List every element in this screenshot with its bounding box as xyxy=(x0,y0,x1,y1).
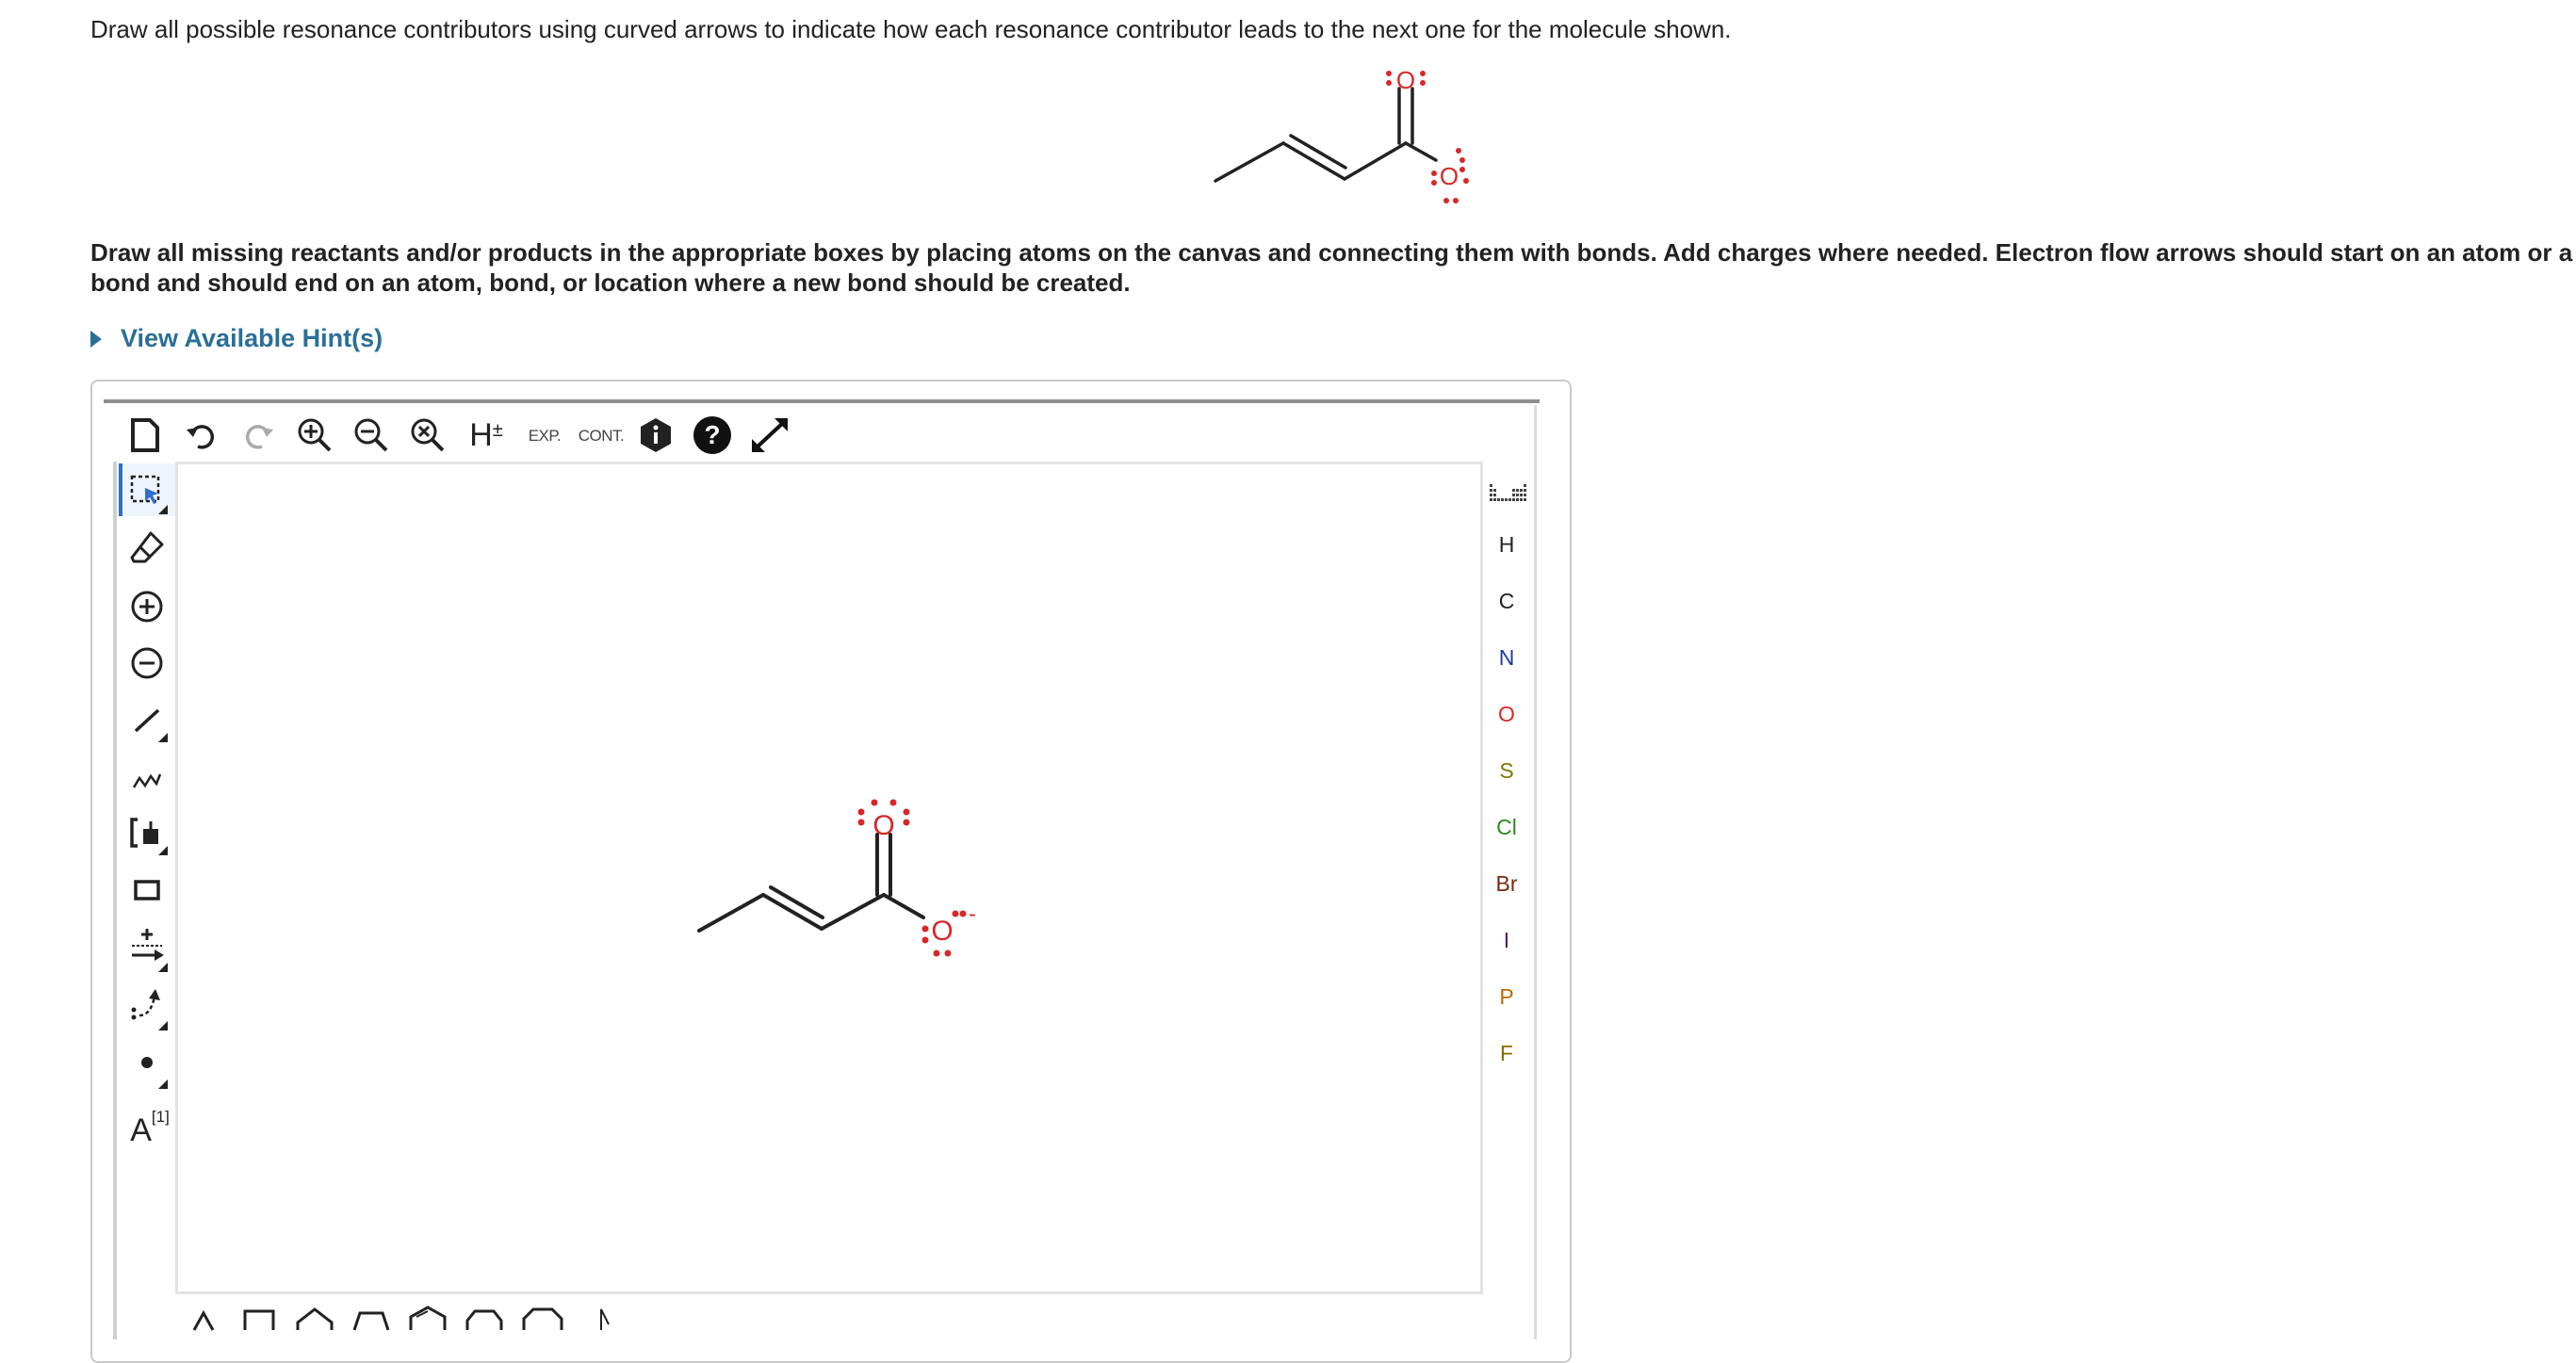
negative-charge-tool[interactable] xyxy=(126,642,168,684)
instructions-text: Draw all missing reactants and/or produc… xyxy=(90,238,2573,297)
carbonyl-oxygen-label: O xyxy=(1396,66,1415,94)
hint-label: View Available Hint(s) xyxy=(121,324,383,352)
text-tool-label: A xyxy=(130,1111,152,1148)
exp-label: EXP. xyxy=(528,427,562,445)
electron-flow-more-icon xyxy=(158,1021,168,1030)
eraser-icon xyxy=(130,531,164,563)
chair-tool[interactable] xyxy=(599,1304,612,1332)
element-h-button[interactable]: H xyxy=(1483,526,1530,563)
toggle-hydrogens-button[interactable]: H ± xyxy=(464,414,509,456)
editor-divider xyxy=(104,399,1540,403)
undo-button[interactable] xyxy=(183,416,220,454)
element-c-label: C xyxy=(1498,588,1515,613)
rectangle-tool[interactable] xyxy=(126,868,168,910)
text-tool-sup: [1] xyxy=(151,1108,170,1126)
element-p-label: P xyxy=(1499,983,1514,1009)
element-c-button[interactable]: C xyxy=(1483,582,1530,620)
canvas-molecule[interactable]: O O - xyxy=(688,797,999,966)
fullscreen-button[interactable] xyxy=(746,413,793,458)
expand-arrows-icon xyxy=(752,418,788,452)
zoom-in-icon xyxy=(298,418,332,452)
bond-tool-more-icon xyxy=(158,733,168,742)
h-sup-label: ± xyxy=(492,419,503,441)
rectangle-icon xyxy=(134,880,160,901)
arrow-tool-more-icon xyxy=(158,963,168,972)
cyclohexane-tool[interactable] xyxy=(352,1304,390,1332)
cycloheptane-tool[interactable] xyxy=(465,1304,503,1332)
document-icon xyxy=(131,418,159,452)
contract-button[interactable]: CONT. xyxy=(575,414,628,458)
minus-circle-icon xyxy=(131,647,163,679)
help-icon: ? xyxy=(693,416,731,454)
element-f-label: F xyxy=(1499,1040,1514,1065)
element-cl-button[interactable]: Cl xyxy=(1483,808,1530,846)
positive-charge-tool[interactable] xyxy=(126,586,168,627)
new-document-button[interactable] xyxy=(126,416,164,454)
help-button[interactable]: ? xyxy=(690,413,735,458)
cyclobutane-tool[interactable] xyxy=(243,1304,275,1332)
right-toolbar-rail xyxy=(1534,405,1537,1339)
caret-right-icon xyxy=(90,330,102,348)
info-icon xyxy=(641,418,671,452)
element-br-label: Br xyxy=(1495,870,1518,896)
element-i-button[interactable]: I xyxy=(1483,921,1530,959)
element-o-label: O xyxy=(1498,701,1515,726)
chain-tool[interactable] xyxy=(126,755,168,797)
reference-molecule: O O xyxy=(1214,66,1469,203)
svg-text:?: ? xyxy=(704,420,720,449)
redo-icon xyxy=(245,425,273,449)
view-hints-link[interactable]: View Available Hint(s) xyxy=(90,324,383,353)
dot-tool-more-icon xyxy=(158,1079,168,1089)
benzene-tool[interactable] xyxy=(409,1304,447,1332)
element-h-label: H xyxy=(1498,531,1515,557)
element-i-label: I xyxy=(1503,927,1510,952)
expand-button[interactable]: EXP. xyxy=(522,414,567,458)
zoom-out-button[interactable] xyxy=(351,414,392,456)
anionic-oxygen-label: O xyxy=(1440,162,1459,190)
periodic-table-button[interactable] xyxy=(1487,479,1530,507)
periodic-table-icon xyxy=(1490,484,1526,501)
h-label: H xyxy=(469,416,493,453)
element-cl-label: Cl xyxy=(1496,814,1517,839)
zoom-clear-icon xyxy=(411,418,445,452)
eraser-tool[interactable] xyxy=(126,527,168,569)
cont-label: CONT. xyxy=(578,427,625,445)
chain-icon xyxy=(132,773,162,788)
element-n-label: N xyxy=(1498,644,1515,670)
question-prompt: Draw all possible resonance contributors… xyxy=(90,15,1732,43)
charge-label: - xyxy=(969,901,976,927)
element-br-button[interactable]: Br xyxy=(1483,865,1530,902)
zoom-reset-button[interactable] xyxy=(407,414,448,456)
zoom-out-icon xyxy=(354,418,388,452)
info-button[interactable] xyxy=(635,414,677,456)
plus-circle-icon xyxy=(131,591,163,623)
canvas-carbonyl-oxygen: O xyxy=(872,810,894,841)
lasso-select-icon xyxy=(130,475,160,504)
undo-icon xyxy=(187,425,215,449)
canvas-anionic-oxygen: O xyxy=(931,916,953,947)
element-n-button[interactable]: N xyxy=(1483,639,1530,676)
element-p-button[interactable]: P xyxy=(1483,978,1530,1015)
element-o-button[interactable]: O xyxy=(1483,695,1530,733)
cyclooctane-tool[interactable] xyxy=(522,1304,563,1332)
cyclopentane-tool[interactable] xyxy=(296,1304,334,1332)
cyclopropane-tool[interactable] xyxy=(192,1304,215,1332)
select-tool-more-icon xyxy=(158,505,168,514)
element-s-button[interactable]: S xyxy=(1483,752,1530,789)
left-toolbar-rail xyxy=(113,462,117,1339)
template-tool-more-icon xyxy=(158,846,168,855)
redo-button[interactable] xyxy=(239,416,277,454)
text-tool[interactable]: A [1] xyxy=(126,1100,173,1149)
element-s-label: S xyxy=(1499,757,1514,783)
zoom-in-button[interactable] xyxy=(294,414,335,456)
element-f-button[interactable]: F xyxy=(1483,1034,1530,1072)
